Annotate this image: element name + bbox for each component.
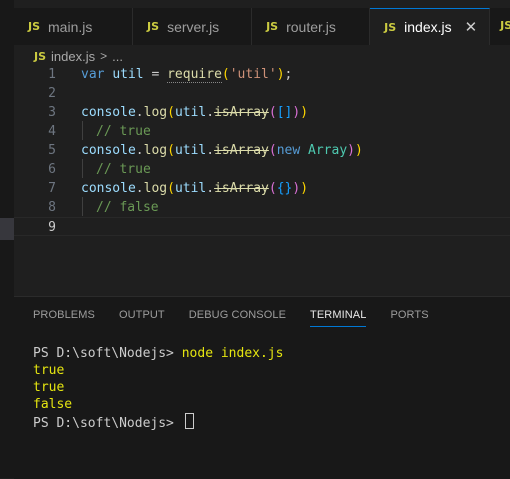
terminal-output-line: false (33, 397, 73, 412)
js-file-icon: JS (266, 20, 279, 33)
code-comment: // true (96, 162, 151, 177)
code-line-5: 5 console.log(util.isArray(new Array)) (14, 141, 510, 160)
breadcrumb[interactable]: JS index.js > ... (34, 47, 123, 65)
terminal-cursor (184, 413, 194, 429)
terminal-output-line: true (33, 363, 65, 378)
code-line-9: 9 (14, 217, 510, 236)
line-number: 9 (48, 220, 56, 235)
close-icon[interactable]: ✕ (465, 18, 478, 36)
tab-index-js[interactable]: JS index.js ✕ (370, 8, 491, 45)
terminal-command: node index.js (181, 346, 284, 361)
code-line-1: 1 var util = require('util'); (14, 65, 510, 84)
code-text: console.log(util.isArray({})) (81, 181, 309, 196)
js-file-icon: JS (384, 20, 397, 34)
tab-label: router.js (286, 18, 336, 35)
tab-ports[interactable]: PORTS (390, 309, 428, 327)
line-number: 7 (48, 181, 56, 196)
code-line-3: 3 console.log(util.isArray([])) (14, 103, 510, 122)
tab-label: main.js (48, 18, 93, 35)
line-number: 6 (48, 162, 56, 177)
code-text: console.log(util.isArray(new Array)) (81, 143, 363, 158)
tab-terminal[interactable]: TERMINAL (310, 309, 367, 327)
js-file-icon: JS (500, 19, 510, 32)
line-number: 3 (48, 105, 56, 120)
tab-router-js[interactable]: JS router.js (252, 8, 371, 45)
js-file-icon: JS (28, 20, 41, 33)
line-number: 8 (48, 200, 56, 215)
terminal[interactable]: PS D:\soft\Nodejs> node index.js true tr… (33, 345, 283, 431)
panel-tabs: PROBLEMS OUTPUT DEBUG CONSOLE TERMINAL P… (33, 309, 453, 327)
code-comment: // true (96, 124, 151, 139)
terminal-output-line: true (33, 380, 65, 395)
tab-output[interactable]: OUTPUT (119, 309, 165, 327)
terminal-line: PS D:\soft\Nodejs> (33, 413, 283, 431)
code-line-6: 6 // true (14, 160, 510, 179)
code-line-2: 2 (14, 84, 510, 103)
terminal-prompt: PS D:\soft\Nodejs> (33, 416, 182, 431)
terminal-prompt: PS D:\soft\Nodejs> (33, 346, 182, 361)
tab-server-js[interactable]: JS server.js (133, 8, 253, 45)
tab-debug-console[interactable]: DEBUG CONSOLE (189, 309, 286, 327)
line-number: 5 (48, 143, 56, 158)
code-line-7: 7 console.log(util.isArray({})) (14, 179, 510, 198)
code-editor[interactable]: 1 var util = require('util'); 2 3 consol… (14, 64, 510, 239)
tab-main-js[interactable]: JS main.js (14, 8, 134, 45)
tab-label: server.js (167, 18, 220, 35)
line-number: 2 (48, 86, 56, 101)
tab-problems[interactable]: PROBLEMS (33, 309, 95, 327)
code-line-4: 4 // true (14, 122, 510, 141)
breadcrumb-file[interactable]: index.js (51, 49, 95, 64)
code-comment: // false (96, 200, 159, 215)
gutter-marker (0, 218, 14, 240)
editor-tab-bar: JS main.js JS server.js JS router.js JS … (14, 8, 510, 45)
line-number: 4 (48, 124, 56, 139)
line-number: 1 (48, 67, 56, 82)
code-text: console.log(util.isArray([])) (81, 105, 309, 120)
code-text: var util = require('util'); (81, 67, 293, 83)
js-file-icon: JS (34, 49, 47, 63)
js-file-icon: JS (147, 20, 160, 33)
bottom-panel: PROBLEMS OUTPUT DEBUG CONSOLE TERMINAL P… (14, 296, 510, 479)
tab-overflow[interactable]: JS (490, 8, 510, 45)
terminal-line: PS D:\soft\Nodejs> node index.js (33, 345, 283, 362)
activity-strip (0, 0, 14, 478)
chevron-right-icon: > (100, 49, 108, 63)
breadcrumb-more[interactable]: ... (112, 49, 123, 64)
tab-label: index.js (404, 19, 452, 35)
code-line-8: 8 // false (14, 198, 510, 217)
